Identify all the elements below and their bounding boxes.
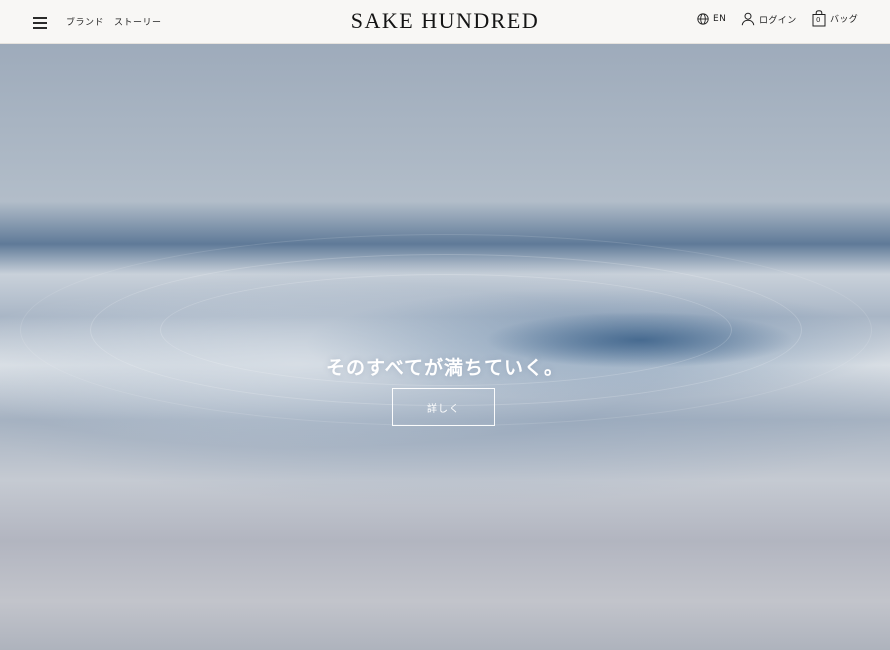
language-switch[interactable]: EN (697, 13, 726, 25)
globe-icon (697, 13, 709, 25)
bag-count: 0 (816, 16, 821, 24)
site-header: ブランド ストーリー SAKE HUNDRED EN ログイン 0 バッグ (0, 0, 890, 44)
hero-title: そのすべてが満ちていく。 (326, 356, 564, 379)
shopping-bag-icon: 0 (812, 10, 826, 27)
hero-image: そのすべてが満ちていく。 詳しく (0, 44, 890, 650)
language-label: EN (713, 14, 727, 24)
login-link[interactable]: ログイン (741, 12, 797, 26)
details-button[interactable]: 詳しく (392, 388, 495, 426)
login-label: ログイン (759, 15, 797, 26)
bag-link[interactable]: 0 バッグ (812, 10, 858, 27)
bag-label: バッグ (830, 15, 859, 25)
user-icon (741, 12, 755, 26)
